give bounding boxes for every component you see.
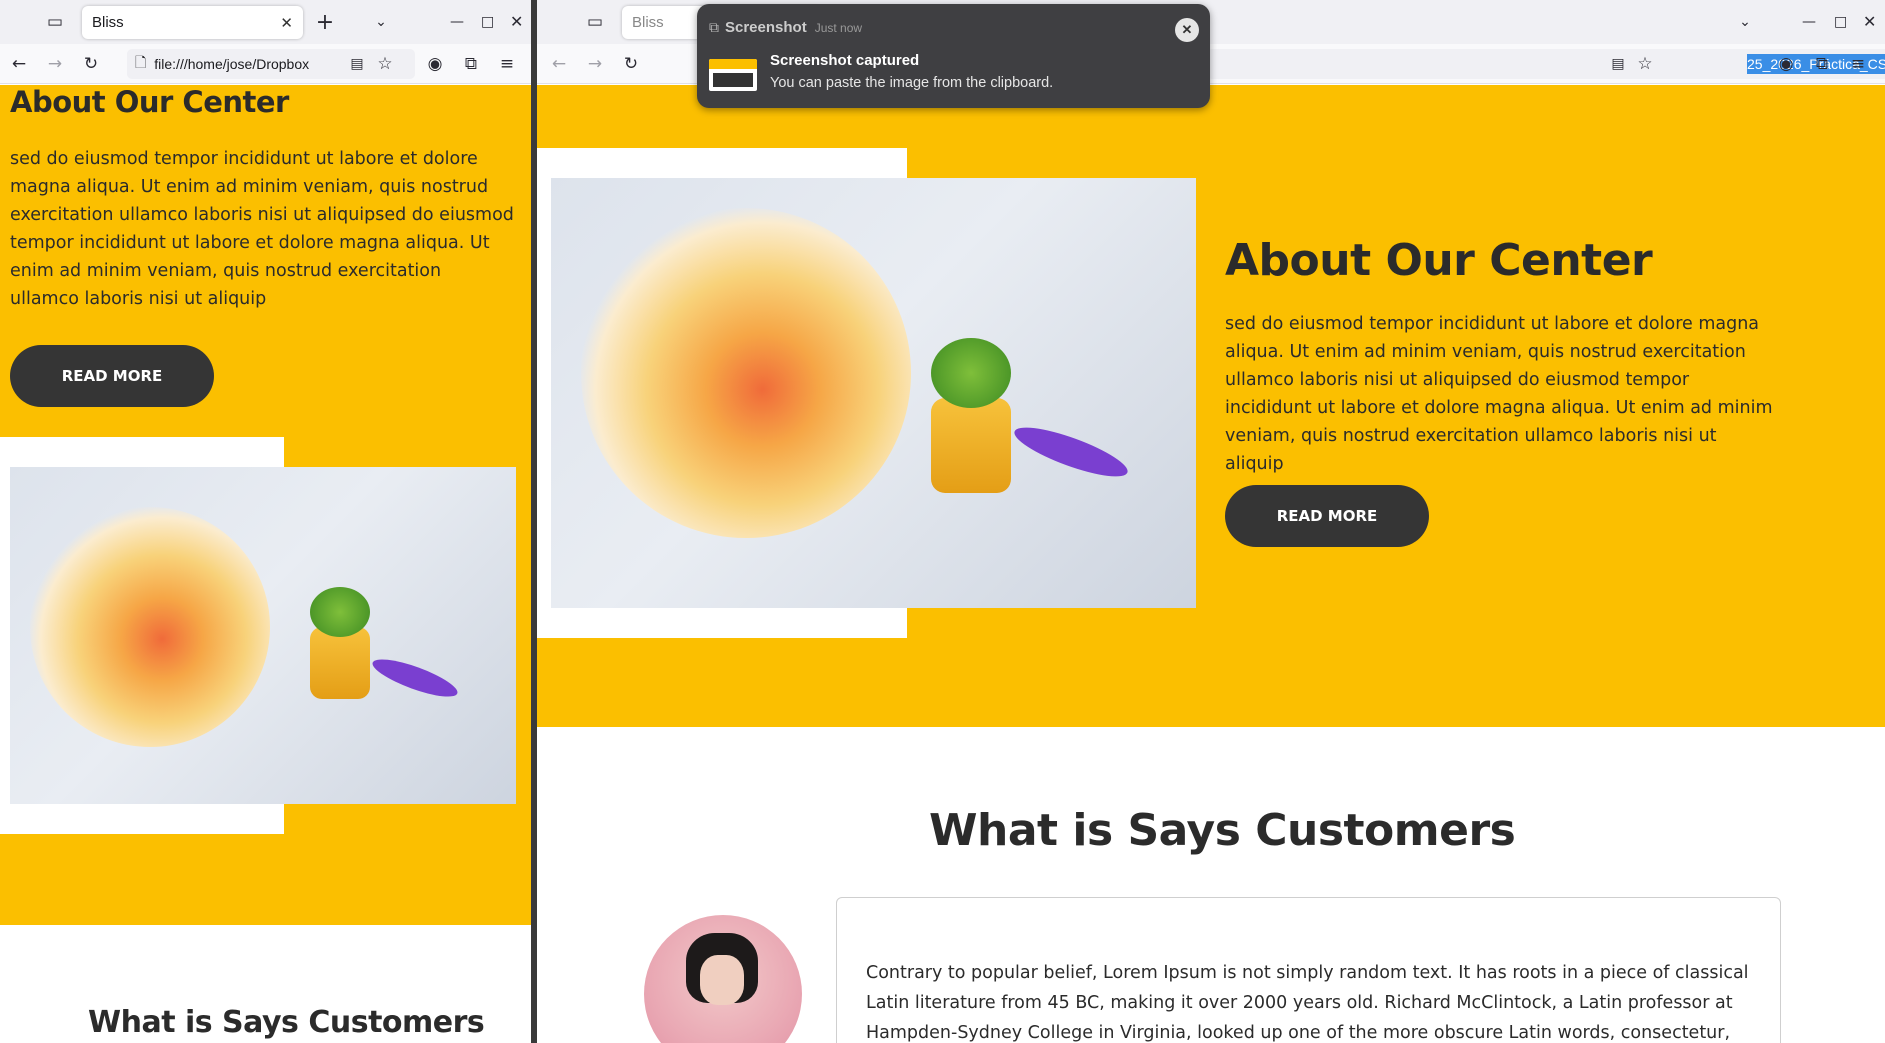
minimize-icon[interactable]: — [1802,14,1816,30]
menu-icon[interactable]: ≡ [1843,49,1873,79]
reload-icon[interactable]: ↻ [76,49,106,79]
forward-icon[interactable]: → [580,49,610,79]
extensions-icon[interactable]: ⧉ [1807,49,1837,79]
screenshot-thumbnail [709,59,757,91]
maximize-icon[interactable]: □ [481,14,494,30]
list-tabs-icon[interactable]: ⌄ [366,7,396,37]
extensions-icon[interactable]: ⧉ [456,49,486,79]
about-title: About Our Center [10,85,289,119]
about-text: sed do eiusmod tempor incididunt ut labo… [1225,314,1773,474]
page-viewport: About Our Center sed do eiusmod tempor i… [537,85,1885,1043]
perfume-bottle [931,398,1011,493]
close-window-icon[interactable]: ✕ [510,12,523,31]
tab-title: Bliss [632,14,664,31]
tab-title: Bliss [92,14,124,31]
nav-bar: ← → ↻ 🗋 file:///home/jose/Dropbox ▤ ☆ ◉ … [0,44,531,84]
flower-photo [10,467,516,804]
notification-header: ⧉ Screenshot Just now [709,19,862,36]
maximize-icon[interactable]: □ [1834,14,1847,30]
perfume-bottle [310,627,370,699]
testimonial-text: Contrary to popular belief, Lorem Ipsum … [866,963,1749,1043]
account-icon[interactable]: ◉ [420,49,450,79]
bookmark-star-icon[interactable]: ☆ [1630,49,1660,79]
avatar [644,915,802,1043]
customers-title: What is Says Customers [88,1005,485,1040]
screenshot-notification[interactable]: ⧉ Screenshot Just now ✕ Screenshot captu… [697,4,1210,108]
url-text: file:///home/jose/Dropbox [154,56,310,72]
forward-icon[interactable]: → [40,49,70,79]
firefox-view-icon[interactable]: ▭ [40,7,70,37]
tab-bliss[interactable]: Bliss ✕ [82,6,303,39]
reload-icon[interactable]: ↻ [616,49,646,79]
browser-window-right: ▭ Bliss ⌄ — □ ✕ ← → ↻ 25_2026_Práctica_C… [537,0,1885,1043]
account-icon[interactable]: ◉ [1771,49,1801,79]
bookmark-star-icon[interactable]: ☆ [370,49,400,79]
notification-time: Just now [814,20,863,35]
customers-title: What is Says Customers [929,805,1516,856]
testimonial-card: Contrary to popular belief, Lorem Ipsum … [836,897,1781,1043]
about-title: About Our Center [1225,235,1653,286]
list-tabs-icon[interactable]: ⌄ [1730,7,1760,37]
reader-view-icon[interactable]: ▤ [342,49,372,79]
back-icon[interactable]: ← [544,49,574,79]
read-more-button[interactable]: READ MORE [10,345,214,407]
reader-view-icon[interactable]: ▤ [1603,49,1633,79]
page-viewport: About Our Center sed do eiusmod tempor i… [0,85,531,1043]
menu-icon[interactable]: ≡ [492,49,522,79]
browser-window-left: ▭ Bliss ✕ + ⌄ — □ ✕ ← → ↻ 🗋 file:///home… [0,0,531,1043]
close-window-icon[interactable]: ✕ [1863,12,1876,31]
close-tab-icon[interactable]: ✕ [280,14,293,32]
tab-bar: ▭ Bliss ✕ + ⌄ — □ ✕ [0,0,531,44]
about-text: sed do eiusmod tempor incididunt ut labo… [10,149,514,309]
notification-title: Screenshot captured [770,52,920,69]
new-tab-icon[interactable]: + [310,7,340,37]
minimize-icon[interactable]: — [450,14,464,30]
screenshot-app-icon: ⧉ [709,19,719,35]
page-icon: 🗋 [135,54,147,70]
close-notification-icon[interactable]: ✕ [1175,18,1199,42]
flower-photo [551,178,1196,608]
firefox-view-icon[interactable]: ▭ [580,7,610,37]
read-more-button[interactable]: READ MORE [1225,485,1429,547]
back-icon[interactable]: ← [4,49,34,79]
notification-body: You can paste the image from the clipboa… [770,75,1054,91]
notification-app: Screenshot [725,19,807,36]
